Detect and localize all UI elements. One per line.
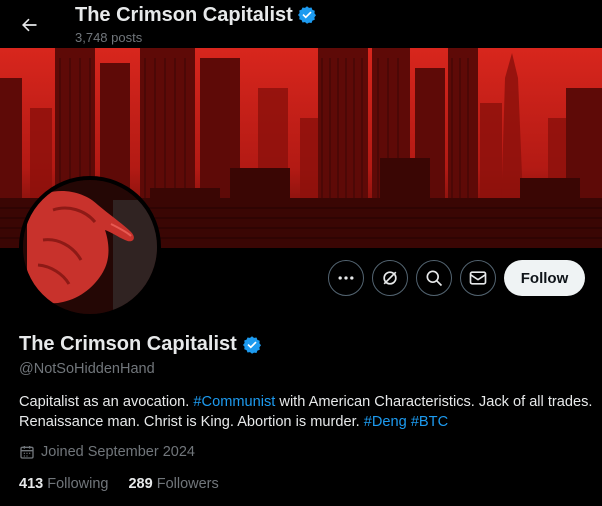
following-label: Following (47, 476, 109, 492)
grok-button[interactable] (372, 260, 408, 296)
back-button[interactable] (12, 8, 46, 42)
followers-label: Followers (156, 476, 219, 492)
followers-link[interactable]: 289 Followers (128, 476, 218, 492)
search-profile-button[interactable] (416, 260, 452, 296)
arrow-left-icon (22, 18, 37, 32)
profile-bio: Capitalist as an avocation. #Communist w… (19, 392, 594, 432)
profile-name: The Crimson Capitalist (19, 333, 262, 356)
ellipsis-icon (338, 276, 354, 280)
grok-icon (383, 271, 397, 285)
joined-date: Joined September 2024 (19, 444, 195, 460)
verified-badge-icon (297, 6, 316, 24)
search-icon (426, 270, 443, 287)
following-link[interactable]: 413 Following (19, 476, 108, 492)
hashtag-deng-link[interactable]: #Deng (364, 414, 407, 430)
following-count: 413 (19, 476, 44, 492)
followers-count: 289 (128, 476, 153, 492)
hashtag-btc-link[interactable]: #BTC (411, 414, 448, 430)
follow-stats: 413 Following 289 Followers (19, 476, 219, 492)
profile-avatar[interactable] (19, 176, 161, 318)
more-options-button[interactable] (328, 260, 364, 296)
profile-name-text: The Crimson Capitalist (19, 333, 237, 355)
avatar-hand-image (23, 180, 157, 314)
verified-badge-icon[interactable] (242, 335, 262, 355)
message-button[interactable] (460, 260, 496, 296)
follow-button[interactable]: Follow (504, 260, 585, 296)
hashtag-communist-link[interactable]: #Communist (193, 394, 275, 410)
header-title: The Crimson Capitalist (75, 3, 317, 27)
profile-handle: @NotSoHiddenHand (19, 361, 155, 377)
calendar-icon (20, 446, 34, 459)
bio-text-1: Capitalist as an avocation. (19, 394, 194, 410)
mail-icon (469, 271, 487, 285)
profile-header: The Crimson Capitalist 3,748 posts (0, 0, 602, 48)
header-title-text: The Crimson Capitalist (75, 4, 293, 26)
post-count: 3,748 posts (75, 30, 143, 45)
joined-date-text: Joined September 2024 (41, 444, 195, 460)
